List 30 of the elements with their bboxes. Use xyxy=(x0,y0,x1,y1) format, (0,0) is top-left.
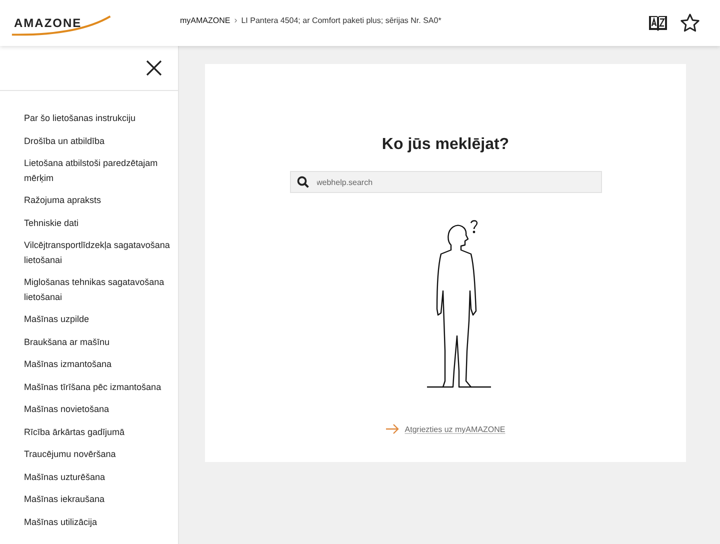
sidebar-item[interactable]: Vilcējtransportlīdzekļa sagatavošana lietošanai xyxy=(24,238,170,267)
sidebar-item[interactable]: Drošība un atbildība xyxy=(24,134,170,148)
arrow-icon xyxy=(386,424,399,434)
sidebar-item[interactable]: Mašīnas tīrīšana pēc izmantošana xyxy=(24,380,170,394)
sidebar-item[interactable]: Ražojuma apraksts xyxy=(24,193,170,208)
close-icon[interactable] xyxy=(146,60,162,76)
sidebar-item[interactable]: Mašīnas iekraušana xyxy=(24,492,170,506)
logo[interactable]: AMAZONE xyxy=(0,8,180,38)
sidebar-item[interactable]: Rīcība ārkārtas gadījumā xyxy=(24,424,170,439)
sidebar-item[interactable]: Par šo lietošanas instrukciju xyxy=(24,111,170,126)
breadcrumb-separator: › xyxy=(234,15,238,25)
sidebar-item[interactable]: Lietošana atbilstoši paredzētajam mērķim xyxy=(24,156,170,185)
sidebar-item[interactable]: Mašīnas utilizācija xyxy=(24,514,170,529)
sidebar-item[interactable]: Miglošanas tehnikas sagatavošana lietošanai xyxy=(24,275,170,304)
search-field[interactable]: webhelp.search xyxy=(290,171,602,193)
page-heading: Ko jūs meklējat? xyxy=(382,136,510,154)
sidebar-item[interactable]: Mašīnas novietošana xyxy=(24,402,170,416)
back-link[interactable]: Atgriezties uz myAMAZONE xyxy=(386,424,506,434)
sidebar-item[interactable]: Braukšana ar mašīnu xyxy=(24,334,170,349)
sidebar-item[interactable]: Traucējumu novēršana xyxy=(24,447,170,462)
breadcrumb-link[interactable]: myAMAZONE xyxy=(180,16,230,24)
star-icon[interactable] xyxy=(680,13,700,33)
breadcrumb-current: LI Pantera 4504; ar Comfort paketi plus; sērijas Nr. SA0* xyxy=(241,16,442,24)
search-icon xyxy=(296,176,308,188)
sidebar-item[interactable]: Mašīnas izmantošana xyxy=(24,357,170,372)
sidebar-item[interactable]: Mašīnas uzturēšana xyxy=(24,470,170,484)
sidebar-item[interactable]: Tehniskie dati xyxy=(24,216,170,230)
dictionary-icon[interactable] xyxy=(648,14,668,32)
sidebar-item[interactable]: Mašīnas uzpilde xyxy=(24,312,170,326)
back-link-text[interactable]: Atgriezties uz myAMAZONE xyxy=(404,424,506,434)
